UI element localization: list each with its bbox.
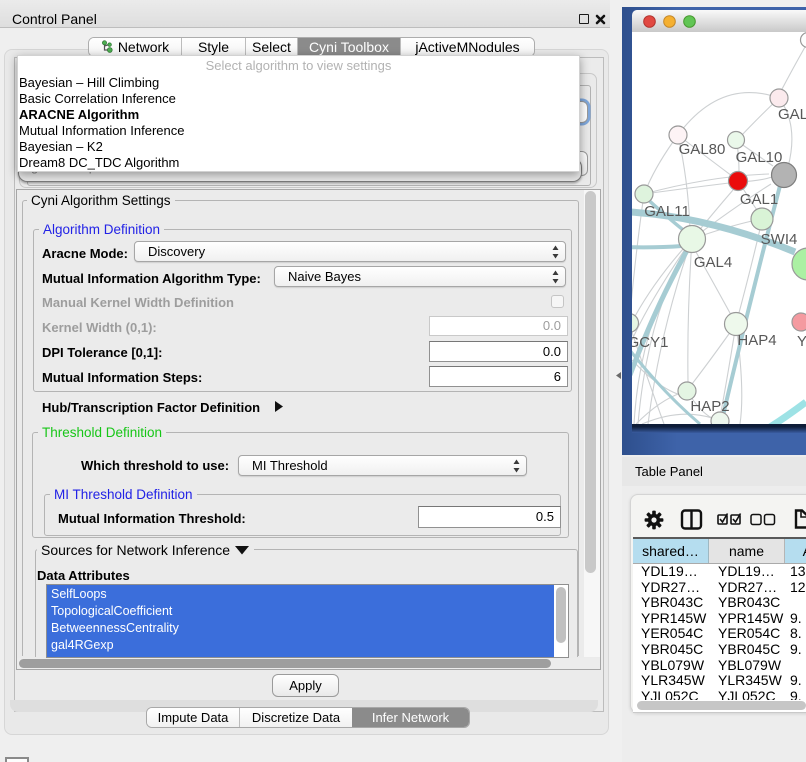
- svg-text:GAL4: GAL4: [694, 254, 732, 271]
- svg-text:GAL80: GAL80: [679, 141, 726, 158]
- svg-text:SWI4: SWI4: [761, 231, 798, 248]
- svg-text:GCY1: GCY1: [632, 334, 668, 351]
- svg-text:YM: YM: [797, 333, 806, 350]
- svg-text:HAP4: HAP4: [737, 332, 776, 349]
- svg-text:GAL11: GAL11: [644, 203, 690, 220]
- svg-text:GAL1: GAL1: [740, 191, 778, 208]
- svg-text:HAP2: HAP2: [690, 398, 729, 415]
- svg-text:GAL10: GAL10: [736, 149, 783, 166]
- svg-text:GAL7: GAL7: [778, 106, 806, 123]
